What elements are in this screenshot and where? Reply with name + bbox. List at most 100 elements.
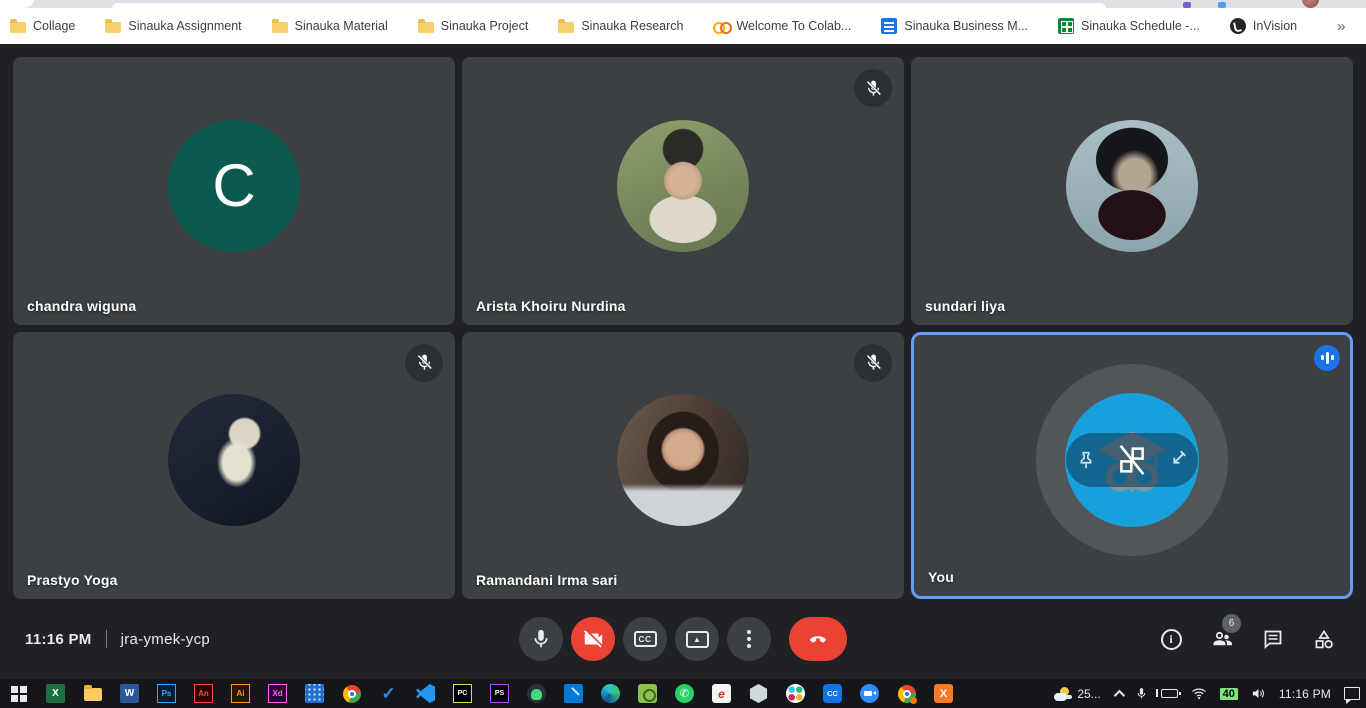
edge-icon[interactable]	[600, 683, 621, 704]
bookmark-item[interactable]: Sinauka Material	[272, 19, 388, 33]
illustrator-glyph: Ai	[231, 684, 250, 703]
chrome-icon[interactable]	[341, 683, 362, 704]
hexagon-app-glyph	[749, 684, 768, 703]
adobe-xd-glyph: Xd	[268, 684, 287, 703]
animate-glyph: An	[194, 684, 213, 703]
system-tray: 25... 40 11:16 PM	[1054, 686, 1360, 701]
microphone-button[interactable]	[519, 617, 563, 661]
participant-avatar	[617, 120, 749, 252]
tray-microphone-icon[interactable]	[1135, 686, 1148, 701]
hexagon-app-icon[interactable]	[748, 683, 769, 704]
word-icon[interactable]: W	[119, 683, 140, 704]
participant-tile[interactable]: Arista Khoiru Nurdina	[462, 57, 904, 325]
end-call-button[interactable]	[789, 617, 847, 661]
mic-off-icon	[415, 353, 434, 372]
tray-overflow-chevron-icon[interactable]	[1113, 689, 1124, 700]
calendar-icon[interactable]	[304, 683, 325, 704]
folder-icon	[10, 22, 26, 33]
colab-icon	[713, 18, 729, 34]
weather-widget[interactable]: 25...	[1054, 687, 1100, 701]
minimize-icon[interactable]	[1167, 449, 1189, 471]
participant-avatar	[1066, 120, 1198, 252]
xampp-icon[interactable]: X	[933, 683, 954, 704]
bookmark-item[interactable]: InVision	[1230, 18, 1297, 34]
pin-icon[interactable]	[1075, 449, 1097, 471]
more-options-button[interactable]	[727, 617, 771, 661]
activities-button[interactable]	[1312, 627, 1336, 651]
slack-icon[interactable]	[785, 683, 806, 704]
corel-icon[interactable]: e	[711, 683, 732, 704]
adobe-xd-icon[interactable]: Xd	[267, 683, 288, 704]
battery-percent-badge[interactable]: 40	[1220, 688, 1238, 700]
windows-taskbar: X W Ps An Ai Xd ✓ PC PS ✆ e CC X 25... 40 11:16 PM	[0, 679, 1366, 708]
participants-button[interactable]: 6	[1210, 627, 1234, 651]
extension-icon[interactable]	[1183, 2, 1191, 8]
camera-off-button[interactable]	[571, 617, 615, 661]
mail-glyph	[564, 684, 583, 703]
bookmark-item[interactable]: Sinauka Assignment	[105, 19, 241, 33]
meeting-code: jra-ymek-ycp	[121, 631, 210, 648]
camera-off-icon	[582, 628, 604, 650]
chrome-badged-icon[interactable]	[896, 683, 917, 704]
bookmark-item[interactable]: Sinauka Business M...	[881, 18, 1028, 34]
todo-icon[interactable]: ✓	[378, 683, 399, 704]
meeting-details-button[interactable]: i	[1159, 627, 1183, 651]
photoshop-icon[interactable]: Ps	[156, 683, 177, 704]
speaker-icon[interactable]	[1251, 687, 1266, 700]
participant-name: chandra wiguna	[27, 298, 136, 314]
file-explorer-icon[interactable]	[82, 683, 103, 704]
participant-tile[interactable]: You	[911, 332, 1353, 600]
mail-icon[interactable]	[563, 683, 584, 704]
start-icon[interactable]	[8, 683, 29, 704]
participant-tile[interactable]: Prastyo Yoga	[13, 332, 455, 600]
whatsapp-icon[interactable]: ✆	[674, 683, 695, 704]
chat-button[interactable]	[1261, 627, 1285, 651]
participant-grid: C chandra wiguna Arista Khoiru Nurdina	[0, 44, 1366, 599]
creative-cloud-icon[interactable]: CC	[822, 683, 843, 704]
bookmark-item[interactable]: Collage	[10, 19, 75, 33]
chrome-badged-glyph	[898, 685, 916, 703]
zoom-icon[interactable]	[859, 683, 880, 704]
vscode-icon[interactable]	[415, 683, 436, 704]
animate-icon[interactable]: An	[193, 683, 214, 704]
extension-icon[interactable]	[1218, 2, 1226, 8]
docs-icon	[881, 18, 897, 34]
corel-glyph: e	[712, 684, 731, 703]
wifi-icon[interactable]	[1191, 687, 1207, 700]
taskbar-clock[interactable]: 11:16 PM	[1279, 687, 1331, 701]
omnibox-remnant[interactable]	[112, 3, 1106, 8]
slack-glyph	[786, 684, 805, 703]
whatsapp-glyph: ✆	[675, 684, 694, 703]
zoom-glyph	[860, 684, 879, 703]
participant-tile[interactable]: C chandra wiguna	[13, 57, 455, 325]
meet-bottom-bar: 11:16 PM jra-ymek-ycp CC ▲	[0, 599, 1366, 679]
bookmark-label: Sinauka Schedule -...	[1081, 19, 1200, 33]
bookmark-item[interactable]: Sinauka Schedule -...	[1058, 18, 1200, 34]
action-center-icon[interactable]	[1344, 687, 1360, 700]
bookmark-item[interactable]: Welcome To Colab...	[713, 18, 851, 34]
participant-avatar: C	[168, 120, 300, 252]
present-button[interactable]: ▲	[675, 617, 719, 661]
participant-tile[interactable]: sundari liya	[911, 57, 1353, 325]
pip-off-icon[interactable]	[1115, 443, 1149, 477]
phpstorm-icon[interactable]: PS	[489, 683, 510, 704]
profile-avatar[interactable]	[1302, 0, 1319, 8]
activities-icon	[1312, 627, 1336, 651]
illustrator-icon[interactable]: Ai	[230, 683, 251, 704]
android-studio-icon[interactable]	[526, 683, 547, 704]
mic-off-badge	[854, 344, 892, 382]
bookmark-item[interactable]: Sinauka Project	[418, 19, 529, 33]
participant-avatar	[617, 394, 749, 526]
battery-icon[interactable]	[1161, 689, 1178, 698]
bookmarks-overflow-chevron[interactable]: »	[1327, 18, 1355, 35]
participant-tile[interactable]: Ramandani Irma sari	[462, 332, 904, 600]
bookmark-item[interactable]: Sinauka Research	[558, 19, 683, 33]
bookmark-label: Sinauka Business M...	[904, 19, 1028, 33]
captions-button[interactable]: CC	[623, 617, 667, 661]
pycharm-icon[interactable]: PC	[452, 683, 473, 704]
excel-icon[interactable]: X	[45, 683, 66, 704]
mic-off-icon	[864, 353, 883, 372]
mic-off-badge	[854, 69, 892, 107]
screen-recorder-icon[interactable]	[637, 683, 658, 704]
info-icon: i	[1161, 629, 1182, 650]
